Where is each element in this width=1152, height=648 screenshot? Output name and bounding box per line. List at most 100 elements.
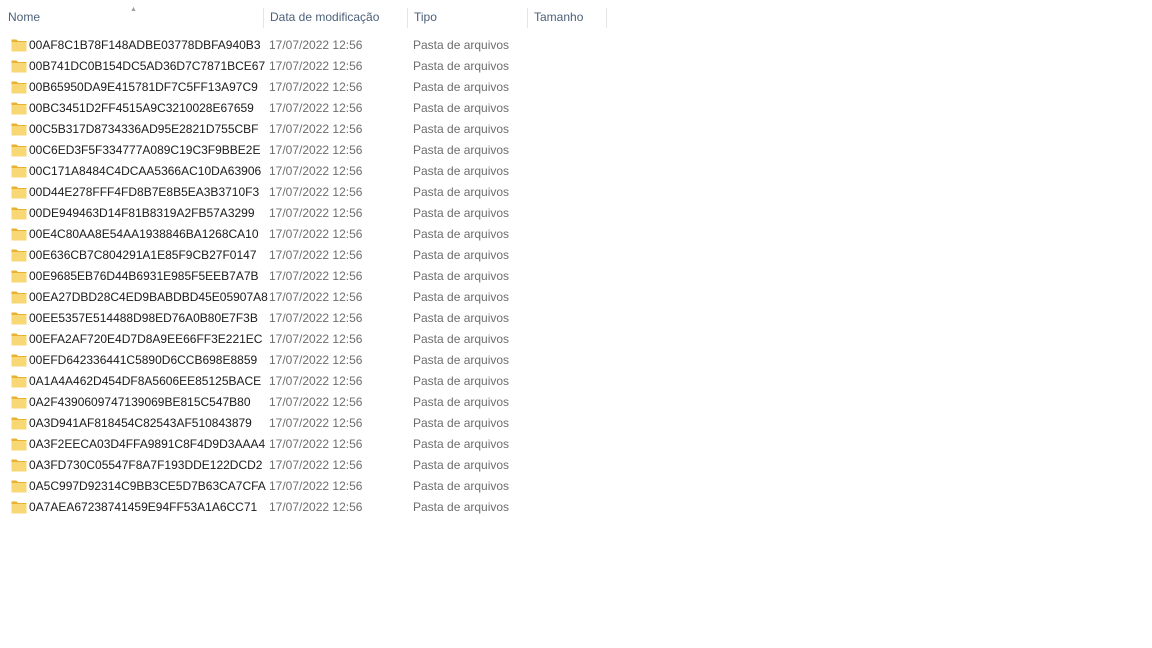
file-date-modified: 17/07/2022 12:56: [269, 164, 363, 178]
file-date-modified: 17/07/2022 12:56: [269, 248, 363, 262]
table-row[interactable]: 00D44E278FFF4FD8B7E8B5EA3B3710F3 17/07/20…: [0, 182, 520, 203]
table-row[interactable]: 0A3FD730C05547F8A7F193DDE122DCD2 17/07/20…: [0, 455, 520, 476]
folder-icon: [11, 39, 27, 52]
table-row[interactable]: 0A5C997D92314C9BB3CE5D7B63CA7CFA 17/07/20…: [0, 476, 520, 497]
file-date-modified: 17/07/2022 12:56: [269, 332, 363, 346]
table-row[interactable]: 0A3D941AF818454C82543AF510843879 17/07/20…: [0, 413, 520, 434]
file-name: 0A3D941AF818454C82543AF510843879: [29, 416, 252, 430]
column-header-size[interactable]: Tamanho: [527, 8, 607, 28]
file-type: Pasta de arquivos: [413, 80, 510, 94]
file-name: 00C5B317D8734336AD95E2821D755CBF: [29, 122, 259, 136]
file-type: Pasta de arquivos: [413, 458, 510, 472]
file-type: Pasta de arquivos: [413, 143, 510, 157]
column-header-date-label: Data de modificação: [270, 10, 380, 24]
file-type: Pasta de arquivos: [413, 164, 510, 178]
folder-icon: [11, 333, 27, 346]
file-type: Pasta de arquivos: [413, 479, 510, 493]
column-header-name-label: Nome: [8, 10, 41, 24]
folder-icon: [11, 375, 27, 388]
file-date-modified: 17/07/2022 12:56: [269, 416, 363, 430]
file-name: 00B65950DA9E415781DF7C5FF13A97C9: [29, 80, 258, 94]
table-row[interactable]: 00E636CB7C804291A1E85F9CB27F0147 17/07/20…: [0, 245, 520, 266]
table-row[interactable]: 00B741DC0B154DC5AD36D7C7871BCE67 17/07/20…: [0, 56, 520, 77]
file-type: Pasta de arquivos: [413, 185, 510, 199]
file-name: 00B741DC0B154DC5AD36D7C7871BCE67: [29, 59, 266, 73]
file-type: Pasta de arquivos: [413, 416, 510, 430]
table-row[interactable]: 00E4C80AA8E54AA1938846BA1268CA10 17/07/20…: [0, 224, 520, 245]
file-explorer-list-view: ▲ Nome Data de modificação Tipo Tamanho …: [0, 0, 1152, 648]
file-name: 00C171A8484C4DCAA5366AC10DA63906: [29, 164, 262, 178]
file-name: 00D44E278FFF4FD8B7E8B5EA3B3710F3: [29, 185, 260, 199]
column-header-type[interactable]: Tipo: [407, 8, 526, 28]
file-date-modified: 17/07/2022 12:56: [269, 101, 363, 115]
chevron-up-icon: ▲: [130, 6, 137, 13]
table-row[interactable]: 00DE949463D14F81B8319A2FB57A3299 17/07/20…: [0, 203, 520, 224]
file-date-modified: 17/07/2022 12:56: [269, 227, 363, 241]
file-date-modified: 17/07/2022 12:56: [269, 206, 363, 220]
file-type: Pasta de arquivos: [413, 206, 510, 220]
column-header-date-modified[interactable]: Data de modificação: [263, 8, 406, 28]
table-row[interactable]: 0A1A4A462D454DF8A5606EE85125BACE 17/07/20…: [0, 371, 520, 392]
folder-icon: [11, 186, 27, 199]
file-name: 00EFA2AF720E4D7D8A9EE66FF3E221EC: [29, 332, 263, 346]
table-row[interactable]: 00EE5357E514488D98ED76A0B80E7F3B 17/07/20…: [0, 308, 520, 329]
table-row[interactable]: 0A2F4390609747139069BE815C547B80 17/07/20…: [0, 392, 520, 413]
file-type: Pasta de arquivos: [413, 395, 510, 409]
folder-icon: [11, 228, 27, 241]
file-date-modified: 17/07/2022 12:56: [269, 311, 363, 325]
table-row[interactable]: 0A7AEA67238741459E94FF53A1A6CC71 17/07/20…: [0, 497, 520, 518]
file-date-modified: 17/07/2022 12:56: [269, 80, 363, 94]
table-row[interactable]: 00EA27DBD28C4ED9BABDBD45E05907A8 17/07/20…: [0, 287, 520, 308]
file-name: 00DE949463D14F81B8319A2FB57A3299: [29, 206, 255, 220]
file-name: 0A1A4A462D454DF8A5606EE85125BACE: [29, 374, 262, 388]
column-header-name[interactable]: ▲ Nome: [2, 6, 262, 28]
file-name: 00AF8C1B78F148ADBE03778DBFA940B3: [29, 38, 261, 52]
file-name: 00E9685EB76D44B6931E985F5EEB7A7B: [29, 269, 259, 283]
file-list: 00AF8C1B78F148ADBE03778DBFA940B3 17/07/20…: [0, 35, 620, 518]
file-date-modified: 17/07/2022 12:56: [269, 38, 363, 52]
table-row[interactable]: 00BC3451D2FF4515A9C3210028E67659 17/07/20…: [0, 98, 520, 119]
table-row[interactable]: 00B65950DA9E415781DF7C5FF13A97C9 17/07/20…: [0, 77, 520, 98]
file-type: Pasta de arquivos: [413, 269, 510, 283]
folder-icon: [11, 396, 27, 409]
file-date-modified: 17/07/2022 12:56: [269, 500, 363, 514]
file-type: Pasta de arquivos: [413, 500, 510, 514]
file-type: Pasta de arquivos: [413, 332, 510, 346]
table-row[interactable]: 00EFD642336441C5890D6CCB698E8859 17/07/20…: [0, 350, 520, 371]
file-type: Pasta de arquivos: [413, 38, 510, 52]
file-date-modified: 17/07/2022 12:56: [269, 395, 363, 409]
file-date-modified: 17/07/2022 12:56: [269, 59, 363, 73]
file-type: Pasta de arquivos: [413, 248, 510, 262]
table-row[interactable]: 00C6ED3F5F334777A089C19C3F9BBE2E 17/07/20…: [0, 140, 520, 161]
table-row[interactable]: 00AF8C1B78F148ADBE03778DBFA940B3 17/07/20…: [0, 35, 520, 56]
file-name: 00E636CB7C804291A1E85F9CB27F0147: [29, 248, 257, 262]
file-type: Pasta de arquivos: [413, 353, 510, 367]
table-row[interactable]: 00EFA2AF720E4D7D8A9EE66FF3E221EC 17/07/20…: [0, 329, 520, 350]
file-name: 0A5C997D92314C9BB3CE5D7B63CA7CFA: [29, 479, 266, 493]
folder-icon: [11, 417, 27, 430]
file-name: 00EA27DBD28C4ED9BABDBD45E05907A8: [29, 290, 268, 304]
table-row[interactable]: 0A3F2EECA03D4FFA9891C8F4D9D3AAA4 17/07/20…: [0, 434, 520, 455]
folder-icon: [11, 249, 27, 262]
folder-icon: [11, 270, 27, 283]
file-name: 00C6ED3F5F334777A089C19C3F9BBE2E: [29, 143, 261, 157]
file-date-modified: 17/07/2022 12:56: [269, 290, 363, 304]
file-type: Pasta de arquivos: [413, 227, 510, 241]
table-row[interactable]: 00C171A8484C4DCAA5366AC10DA63906 17/07/20…: [0, 161, 520, 182]
file-date-modified: 17/07/2022 12:56: [269, 353, 363, 367]
file-date-modified: 17/07/2022 12:56: [269, 269, 363, 283]
table-row[interactable]: 00E9685EB76D44B6931E985F5EEB7A7B 17/07/20…: [0, 266, 520, 287]
folder-icon: [11, 501, 27, 514]
file-date-modified: 17/07/2022 12:56: [269, 143, 363, 157]
file-type: Pasta de arquivos: [413, 290, 510, 304]
file-date-modified: 17/07/2022 12:56: [269, 458, 363, 472]
folder-icon: [11, 165, 27, 178]
column-header-type-label: Tipo: [414, 10, 437, 24]
file-type: Pasta de arquivos: [413, 374, 510, 388]
column-header-size-label: Tamanho: [534, 10, 584, 24]
file-date-modified: 17/07/2022 12:56: [269, 185, 363, 199]
file-name: 0A7AEA67238741459E94FF53A1A6CC71: [29, 500, 258, 514]
folder-icon: [11, 354, 27, 367]
table-row[interactable]: 00C5B317D8734336AD95E2821D755CBF 17/07/20…: [0, 119, 520, 140]
file-name: 00BC3451D2FF4515A9C3210028E67659: [29, 101, 254, 115]
